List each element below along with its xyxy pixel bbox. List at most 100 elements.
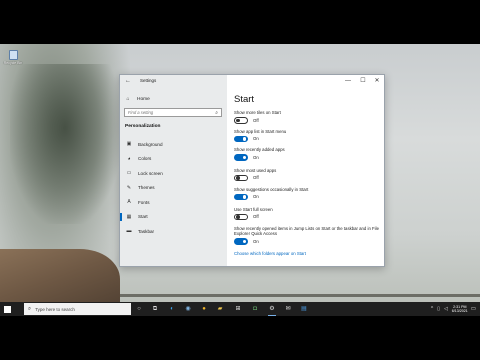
back-arrow-icon[interactable]: ← [124, 77, 132, 85]
sidebar-item-taskbar[interactable]: ▬ Taskbar [120, 224, 227, 239]
chrome-icon[interactable]: ● [200, 305, 208, 313]
toggle-state-label: On [253, 194, 259, 200]
edge-browser-icon[interactable]: ◐ [168, 305, 176, 313]
sidebar-item-background[interactable]: ▣ Background [120, 137, 227, 152]
sidebar-item-colors[interactable]: ◕ Colors [120, 152, 227, 167]
mail-icon[interactable]: ✉ [284, 305, 292, 313]
setting-full-screen: Use Start full screen Off [234, 206, 384, 220]
sidebar-item-label: Background [138, 141, 163, 147]
sidebar-item-home[interactable]: ⌂ Home [124, 95, 150, 103]
sidebar-item-start[interactable]: ▦ Start [120, 210, 227, 225]
toggle-switch[interactable] [234, 174, 248, 181]
setting-most-used: Show most used apps Off [234, 167, 384, 181]
setting-description: Use Start full screen [234, 206, 273, 212]
toggle-state-label: Off [253, 175, 259, 181]
toggle-state-label: On [253, 136, 259, 142]
letterbox-bottom [0, 316, 480, 360]
toggle-switch[interactable] [234, 213, 248, 220]
toggle-row: On [234, 154, 384, 161]
taskbar-clock[interactable]: 2:31 PM 6/13/2021 [452, 305, 468, 313]
toggle-row: Off [234, 174, 384, 181]
toggle-knob [242, 195, 246, 199]
setting-description: Show app list in Start menu [234, 128, 287, 134]
sidebar-nav-list: ▣ Background ◕ Colors ▭ Lock screen ✎ Th… [120, 137, 227, 239]
taskbar-search-placeholder: Type here to search [35, 306, 75, 312]
setting-description: Show most used apps [234, 167, 277, 173]
toggle-row: Off [234, 117, 384, 124]
sidebar-section-label: Personalization [125, 124, 161, 129]
taskbar-icon: ▬ [126, 228, 132, 235]
search-icon: ⌕ [28, 305, 32, 312]
toggle-switch[interactable] [234, 135, 248, 142]
setting-recently-added: Show recently added apps On [234, 147, 384, 161]
lock-screen-icon: ▭ [126, 170, 132, 177]
setting-description: Show more tiles on Start [234, 110, 281, 115]
store-icon[interactable]: ⊞ [234, 305, 242, 313]
settings-search-box[interactable]: ⌕ [124, 108, 222, 117]
toggle-state-label: Off [253, 214, 259, 220]
sidebar-item-label: Start [138, 214, 148, 220]
settings-content: Start Show more tiles on Start Off Show … [234, 75, 384, 266]
sidebar-item-themes[interactable]: ✎ Themes [120, 181, 227, 196]
network-icon[interactable]: ▯ [437, 306, 440, 312]
toggle-knob [236, 118, 240, 123]
toggle-state-label: On [253, 238, 259, 244]
toggle-knob [236, 215, 240, 219]
start-button[interactable] [0, 302, 14, 316]
browser-icon[interactable]: ◉ [184, 305, 192, 313]
toggle-row: On [234, 193, 384, 200]
toggle-knob [236, 176, 240, 180]
setting-jump-lists: Show recently opened items in Jump Lists… [234, 226, 384, 245]
cortana-circle-icon[interactable]: ○ [135, 305, 143, 313]
image-icon: ▣ [126, 141, 132, 148]
settings-search-input[interactable] [128, 109, 208, 116]
setting-app-list: Show app list in Start menu On [234, 128, 384, 142]
word-icon[interactable]: ▤ [300, 305, 308, 313]
recycle-bin-label: Recycle Bin [3, 61, 23, 65]
setting-description: Show recently added apps [234, 147, 285, 152]
choose-folders-link[interactable]: Choose which folders appear on Start [234, 251, 306, 256]
clock-date: 6/13/2021 [451, 309, 468, 313]
task-view-icon[interactable]: ⧉ [151, 305, 159, 313]
brush-icon: ✎ [126, 184, 132, 191]
toggle-switch[interactable] [234, 154, 248, 161]
toggle-row: Off [234, 213, 384, 220]
settings-sidebar: ⌂ Home ⌕ Personalization ▣ Background ◕ … [120, 75, 227, 266]
recycle-bin-shortcut[interactable]: Recycle Bin [2, 50, 24, 65]
chevron-up-icon[interactable]: ^ [431, 306, 433, 312]
settings-window: ⌂ Home ⌕ Personalization ▣ Background ◕ … [119, 74, 385, 267]
sidebar-item-label: Colors [138, 156, 152, 162]
sidebar-item-label: Themes [138, 185, 155, 191]
file-explorer-icon[interactable]: ▰ [216, 305, 224, 313]
setting-suggestions: Show suggestions occasionally in Start O… [234, 186, 384, 200]
recycle-bin-icon [8, 50, 18, 60]
toggle-knob [242, 137, 246, 141]
toggle-state-label: Off [253, 117, 259, 123]
toggle-switch[interactable] [234, 238, 248, 245]
toggle-knob [242, 155, 246, 160]
window-title: Settings [140, 78, 157, 83]
taskbar-search-box[interactable]: ⌕ Type here to search [24, 303, 131, 315]
sidebar-item-label: Fonts [138, 199, 150, 205]
photos-icon[interactable]: ◘ [251, 305, 259, 313]
volume-icon[interactable]: ◁ [444, 306, 448, 312]
setting-description: Show suggestions occasionally in Start [234, 186, 309, 192]
notification-icon[interactable]: ▭ [471, 306, 476, 312]
sidebar-item-fonts[interactable]: A Fonts [120, 195, 227, 210]
desktop-wallpaper-tree [10, 64, 120, 224]
letterbox-top [0, 0, 480, 44]
sidebar-item-label: Lock screen [138, 170, 163, 176]
home-icon: ⌂ [126, 96, 130, 102]
toggle-knob [242, 239, 246, 244]
toggle-switch[interactable] [234, 193, 248, 200]
palette-icon: ◕ [127, 155, 131, 162]
toggle-switch[interactable] [234, 117, 248, 124]
sidebar-home-label: Home [137, 96, 150, 102]
windows-logo-icon [3, 305, 11, 313]
sidebar-item-label: Taskbar [138, 228, 155, 234]
settings-gear-icon[interactable]: ⚙ [268, 305, 276, 316]
setting-more-tiles: Show more tiles on Start Off [234, 110, 384, 124]
system-tray: ^ ▯ ◁ 2:31 PM 6/13/2021 ▭ [431, 303, 476, 315]
sidebar-item-lock-screen[interactable]: ▭ Lock screen [120, 166, 227, 181]
start-grid-icon: ▦ [126, 213, 132, 220]
